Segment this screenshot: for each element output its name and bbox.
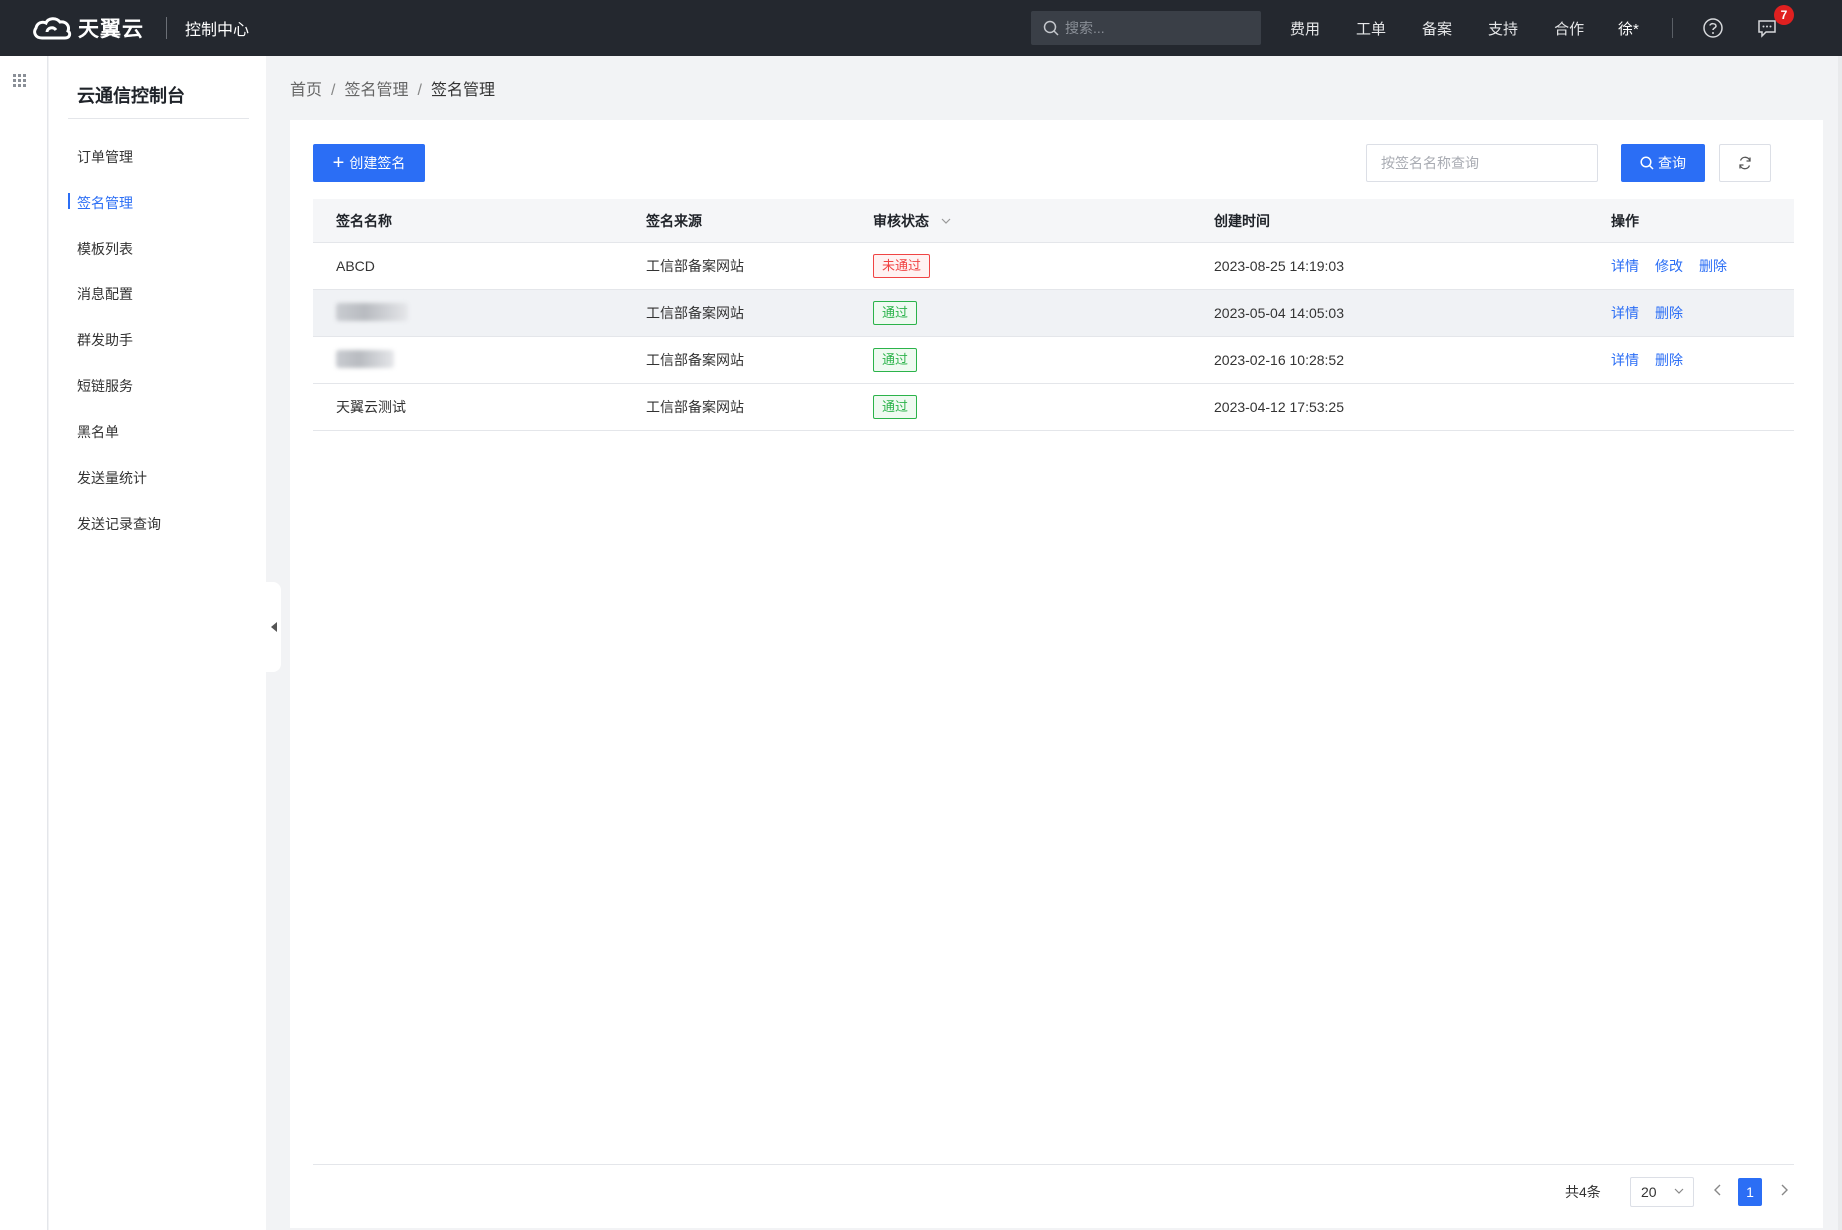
status-badge: 通过 [873,395,918,419]
col-created-time: 创建时间 [1214,212,1270,229]
sidebar-item-bulk-send[interactable]: 群发助手 [77,330,133,350]
signature-table: 签名名称 签名来源 审核状态 创建时间 操作 ABCD 工信部备案网站 未通过 … [313,199,1794,431]
create-signature-button[interactable]: + 创建签名 [313,144,425,182]
top-nav-links: 费用 工单 备案 支持 合作 [1290,0,1620,56]
pagination-total: 共4条 [1565,1184,1601,1200]
chevron-down-icon [1674,1188,1684,1194]
edit-link[interactable]: 修改 [1655,256,1683,276]
sidebar: 云通信控制台 订单管理 签名管理 模板列表 消息配置 群发助手 短链服务 黑名单… [49,56,266,1230]
cell-created-time: 2023-04-12 17:53:25 [1214,399,1344,415]
sidebar-item-short-link[interactable]: 短链服务 [77,376,133,396]
nav-support[interactable]: 支持 [1488,18,1518,39]
search-icon [1640,156,1654,170]
sidebar-item-blacklist[interactable]: 黑名单 [77,422,119,442]
delete-link[interactable]: 删除 [1699,256,1727,276]
page-size-select[interactable]: 20 [1630,1177,1694,1207]
cell-signature-source: 工信部备案网站 [646,305,744,321]
breadcrumb: 首页 / 签名管理 / 签名管理 [290,76,495,100]
cell-signature-source: 工信部备案网站 [646,352,744,368]
detail-link[interactable]: 详情 [1611,350,1639,370]
col-signature-source: 签名来源 [646,212,702,229]
active-item-marker [68,193,70,209]
help-icon[interactable] [1702,17,1724,39]
breadcrumb-current: 签名管理 [430,82,495,99]
detail-link[interactable]: 详情 [1611,303,1639,323]
console-center-link[interactable]: 控制中心 [185,16,249,40]
page-scrollbar[interactable] [1838,56,1842,1230]
table-row: 天翼云测试 工信部备案网站 通过 2023-04-12 17:53:25 [313,384,1794,431]
signature-search-input[interactable] [1366,144,1598,182]
signature-list-card: + 创建签名 查询 签名名称 签名来源 审核状态 创建时间 操作 [290,120,1823,1228]
redacted-signature-name [336,349,394,368]
breadcrumb-separator: / [417,82,422,99]
sidebar-item-message-config[interactable]: 消息配置 [77,284,133,304]
top-navigation-bar: 天翼云 控制中心 搜索... 费用 工单 备案 支持 合作 徐* 7 [0,0,1842,56]
page-size-value: 20 [1641,1184,1657,1200]
chevron-right-icon[interactable] [1778,1183,1790,1197]
delete-link[interactable]: 删除 [1655,350,1683,370]
topbar-divider [1672,18,1673,38]
table-row: ABCD 工信部备案网站 未通过 2023-08-25 14:19:03 详情 … [313,243,1794,290]
brand[interactable]: 天翼云 控制中心 [30,13,249,43]
plus-icon: + [332,152,345,174]
cloud-logo-icon [33,17,72,40]
message-count-badge: 7 [1774,5,1794,25]
sidebar-item-orders[interactable]: 订单管理 [77,147,133,167]
breadcrumb-home[interactable]: 首页 [290,82,322,99]
user-menu[interactable]: 徐* [1618,18,1639,39]
status-badge: 未通过 [873,254,931,278]
cell-signature-source: 工信部备案网站 [646,258,744,274]
brand-divider [166,17,167,39]
col-review-status-label: 审核状态 [873,212,929,229]
sidebar-item-signatures[interactable]: 签名管理 [77,193,133,213]
nav-partner[interactable]: 合作 [1554,18,1584,39]
cell-created-time: 2023-05-04 14:05:03 [1214,305,1344,321]
refresh-button[interactable] [1719,144,1771,182]
sidebar-title: 云通信控制台 [77,86,185,106]
caret-left-icon [270,622,277,632]
cell-created-time: 2023-08-25 14:19:03 [1214,258,1344,274]
col-signature-name: 签名名称 [336,212,392,229]
table-header: 签名名称 签名来源 审核状态 创建时间 操作 [313,199,1794,243]
refresh-icon [1739,156,1751,170]
filter-chevron-icon[interactable] [941,218,951,224]
nav-billing[interactable]: 费用 [1290,18,1320,39]
cell-signature-name: 天翼云测试 [336,399,406,415]
table-row: 工信部备案网站 通过 2023-05-04 14:05:03 详情 删除 [313,290,1794,337]
redacted-signature-name [336,302,408,321]
search-icon [1043,20,1059,36]
breadcrumb-signature-mgmt[interactable]: 签名管理 [344,82,408,99]
table-row: 工信部备案网站 通过 2023-02-16 10:28:52 详情 删除 [313,337,1794,384]
cell-created-time: 2023-02-16 10:28:52 [1214,352,1344,368]
breadcrumb-separator: / [331,82,336,99]
cell-signature-name: ABCD [336,258,375,274]
sidebar-item-send-stats[interactable]: 发送量统计 [77,468,147,488]
brand-name: 天翼云 [78,18,144,41]
cell-signature-source: 工信部备案网站 [646,399,744,415]
query-label: 查询 [1658,155,1686,171]
detail-link[interactable]: 详情 [1611,256,1639,276]
sidebar-collapse-handle[interactable] [266,582,281,672]
sidebar-item-templates[interactable]: 模板列表 [77,239,133,259]
delete-link[interactable]: 删除 [1655,303,1683,323]
status-badge: 通过 [873,301,918,325]
global-search-input[interactable]: 搜索... [1031,11,1261,45]
nav-ticket[interactable]: 工单 [1356,18,1386,39]
page-number-button[interactable]: 1 [1738,1178,1762,1206]
col-actions: 操作 [1611,212,1639,229]
pagination-divider [313,1164,1794,1165]
product-rail [0,56,48,1230]
col-review-status[interactable]: 审核状态 [873,211,1214,231]
create-signature-label: 创建签名 [349,155,406,171]
global-search-placeholder: 搜索... [1065,20,1105,36]
status-badge: 通过 [873,348,918,372]
nav-filing[interactable]: 备案 [1422,18,1452,39]
query-button[interactable]: 查询 [1621,144,1705,182]
apps-grid-icon[interactable] [13,74,27,88]
sidebar-item-send-records[interactable]: 发送记录查询 [77,514,161,534]
sidebar-divider [68,118,249,119]
chevron-left-icon[interactable] [1712,1183,1724,1197]
